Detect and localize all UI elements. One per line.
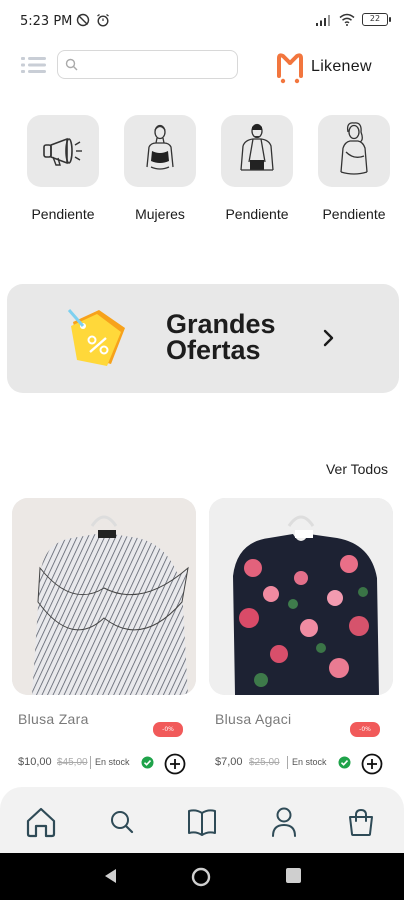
category-label: Pendiente — [225, 206, 289, 222]
product-name: Blusa Agaci — [215, 711, 292, 727]
category-list: Pendiente Mujeres Pendiente Pendiente — [0, 115, 404, 230]
banner-title-line1: Grandes — [166, 309, 276, 339]
search-icon — [65, 58, 78, 71]
product-card[interactable]: Blusa Zara -0% $10,00 $45,00 En stock — [12, 498, 196, 775]
do-not-disturb-icon — [76, 13, 90, 27]
nav-home[interactable] — [23, 804, 59, 840]
chevron-right-icon — [323, 329, 334, 347]
category-label: Mujeres — [135, 206, 185, 222]
discount-tag-icon — [67, 309, 125, 366]
product-card[interactable]: Blusa Agaci -0% $7,00 $25,00 En stock — [209, 498, 393, 775]
category-item[interactable]: Pendiente — [208, 115, 306, 222]
add-to-cart-button[interactable] — [164, 753, 186, 775]
discount-badge: -0% — [350, 722, 380, 737]
product-image — [209, 498, 393, 695]
list-menu-icon — [21, 57, 46, 73]
home-icon — [26, 807, 56, 838]
category-label: Pendiente — [31, 206, 95, 222]
check-circle-icon — [141, 756, 154, 769]
category-label: Pendiente — [322, 206, 386, 222]
bottom-navigation — [0, 787, 404, 853]
product-name: Blusa Zara — [18, 711, 89, 727]
product-price: $10,00 — [18, 756, 52, 768]
battery-indicator: 22 — [362, 13, 391, 26]
back-icon[interactable] — [102, 867, 120, 885]
category-item[interactable]: Pendiente — [14, 115, 112, 222]
product-old-price: $25,00 — [249, 757, 280, 768]
menu-button[interactable] — [20, 54, 48, 76]
search-bar[interactable] — [57, 50, 238, 79]
likenew-logo — [277, 53, 303, 84]
nav-catalog[interactable] — [184, 804, 220, 840]
category-item[interactable]: Pendiente — [305, 115, 403, 222]
search-icon — [111, 811, 134, 834]
product-old-price: $45,00 — [57, 757, 88, 768]
status-bar: 5:23 PM 22 — [0, 0, 404, 44]
add-to-cart-button[interactable] — [361, 753, 383, 775]
recents-icon[interactable] — [285, 867, 302, 885]
app-header: Likenew — [0, 44, 404, 88]
discount-badge: -0% — [153, 722, 183, 737]
search-input[interactable] — [82, 55, 232, 75]
home-circle-icon[interactable] — [191, 867, 211, 887]
woman-icon — [340, 122, 368, 175]
product-price: $7,00 — [215, 756, 243, 768]
category-item[interactable]: Mujeres — [111, 115, 209, 222]
nav-profile[interactable] — [266, 804, 302, 840]
promo-banner[interactable]: Grandes Ofertas — [7, 284, 399, 393]
man-jacket-icon — [240, 123, 274, 171]
signal-icon — [316, 14, 330, 26]
status-time: 5:23 PM — [20, 14, 73, 29]
nav-search[interactable] — [104, 804, 140, 840]
book-icon — [188, 809, 216, 836]
brand: Likenew — [275, 50, 372, 84]
bag-icon — [349, 808, 373, 836]
alarm-icon — [97, 13, 109, 27]
stock-status: En stock — [292, 757, 327, 767]
product-image — [12, 498, 196, 695]
brand-name: Likenew — [311, 58, 372, 75]
wifi-icon — [339, 13, 355, 26]
stock-status: En stock — [95, 757, 130, 767]
see-all-link[interactable]: Ver Todos — [326, 461, 388, 477]
woman-top-icon — [146, 124, 174, 170]
system-navigation-bar — [0, 853, 404, 900]
nav-cart[interactable] — [343, 804, 379, 840]
megaphone-icon — [43, 137, 82, 166]
check-circle-icon — [338, 756, 351, 769]
user-icon — [272, 807, 296, 837]
banner-title-line2: Ofertas — [166, 335, 261, 365]
